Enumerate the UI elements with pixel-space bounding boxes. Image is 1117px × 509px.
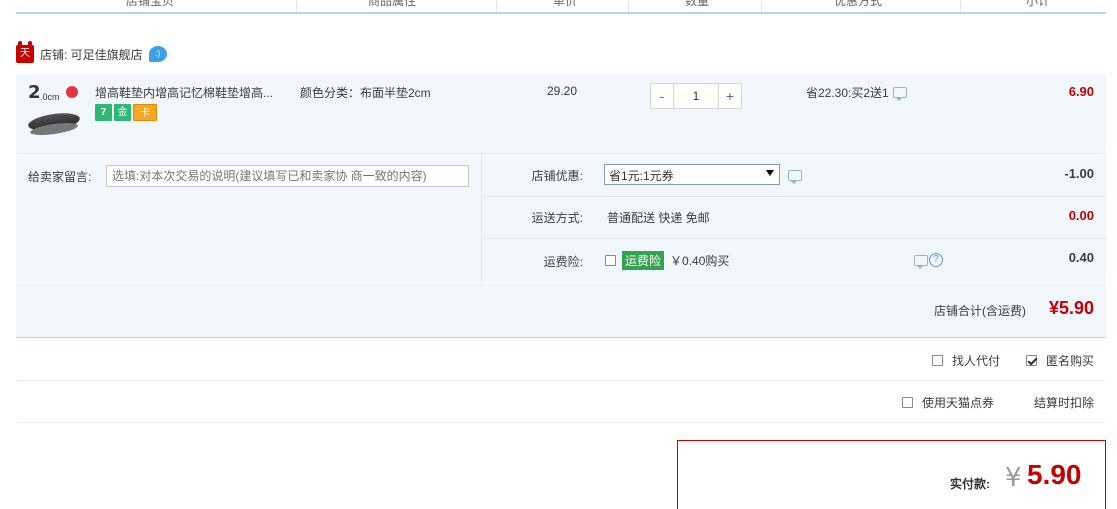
thumb-size-big: 2 bbox=[28, 82, 41, 103]
shipping-amount: 0.00 bbox=[1068, 208, 1094, 223]
proxy-pay-option[interactable]: 找人代付 bbox=[931, 352, 1000, 369]
proxy-pay-checkbox[interactable] bbox=[931, 355, 943, 366]
pay-label: 实付款: bbox=[950, 477, 990, 491]
wangwang-chat-icon[interactable]: :) bbox=[148, 46, 167, 62]
seller-message-label: 给卖家留言: bbox=[28, 170, 92, 184]
insurance-comment-icon[interactable] bbox=[914, 254, 928, 269]
item-subtotal: 6.90 bbox=[1068, 84, 1094, 99]
dropdown-arrow-icon bbox=[766, 170, 774, 176]
seller-message-input[interactable] bbox=[106, 165, 469, 187]
quantity-stepper: - + bbox=[650, 83, 742, 109]
header-divider bbox=[761, 0, 762, 12]
shipping-insurance-row: 运费险: 运费险 ￥0.40购买 ? 0.40 bbox=[483, 239, 1106, 281]
payment-summary-box: 实付款: ¥ 5.90 bbox=[677, 440, 1106, 509]
header-divider bbox=[296, 0, 297, 12]
tmall-logo-icon: 天猫 bbox=[16, 41, 34, 77]
tmall-points-option[interactable]: 使用天猫点券 bbox=[901, 394, 994, 411]
points-options-row: 使用天猫点券 结算时扣除 bbox=[16, 381, 1106, 423]
shop-coupon-label: 店铺优惠: bbox=[531, 169, 583, 183]
seller-message-section: 给卖家留言: bbox=[16, 155, 482, 282]
anonymous-checkbox[interactable] bbox=[1025, 355, 1037, 366]
shop-total-label: 店铺合计(含运费) bbox=[934, 304, 1026, 318]
insurance-price-text: ￥0.40购买 bbox=[670, 254, 730, 268]
pay-currency-symbol: ¥ bbox=[1005, 463, 1022, 493]
promo-info: 省22.30:买2送1 bbox=[806, 84, 907, 101]
shop-line: 天猫 店铺: 可足佳旗舰店 :) bbox=[16, 41, 167, 77]
header-col-shop-items: 店铺宝贝 bbox=[126, 0, 175, 8]
insurance-option: 运费险 ￥0.40购买 bbox=[605, 251, 729, 270]
product-service-icons: 7 金 卡 bbox=[95, 104, 157, 121]
shop-coupon-row: 店铺优惠: 省1元:1元券 -1.00 bbox=[483, 155, 1106, 197]
insurance-amount: 0.40 bbox=[1068, 250, 1094, 265]
product-title-link[interactable]: 增高鞋垫内增高记忆棉鞋垫增高... bbox=[95, 84, 295, 101]
order-table-header: 店铺宝贝 商品属性 单价 数量 优惠方式 小计 bbox=[16, 0, 1106, 14]
credit-card-icon[interactable]: 卡 bbox=[133, 104, 157, 121]
shipping-row: 运送方式: 普通配送 快递 免邮 0.00 bbox=[483, 197, 1106, 239]
anonymous-label: 匿名购买 bbox=[1045, 354, 1094, 368]
shop-total-row: 店铺合计(含运费) ¥5.90 bbox=[16, 283, 1106, 338]
shop-coupon-select[interactable]: 省1元:1元券 bbox=[604, 164, 780, 185]
deduct-note: 结算时扣除 bbox=[1033, 396, 1094, 410]
product-sku: 颜色分类：布面半垫2cm bbox=[300, 86, 431, 100]
header-col-quantity: 数量 bbox=[685, 0, 710, 8]
shop-coupon-selected: 省1元:1元券 bbox=[609, 169, 674, 183]
header-col-subtotal: 小计 bbox=[1026, 0, 1051, 8]
shop-coupon-amount: -1.00 bbox=[1064, 166, 1094, 181]
order-item-row: 2 .0cm 增高鞋垫内增高记忆棉鞋垫增高... 7 金 卡 颜色分类：布面半垫… bbox=[16, 74, 1106, 154]
insurance-tag: 运费险 bbox=[622, 251, 665, 270]
header-col-unit-price: 单价 bbox=[553, 0, 578, 8]
coupon-comment-icon[interactable] bbox=[788, 170, 802, 184]
insurance-label: 运费险: bbox=[543, 255, 583, 269]
header-col-attributes: 商品属性 bbox=[368, 0, 417, 8]
promo-text: 省22.30:买2送1 bbox=[806, 86, 889, 100]
promo-dot-icon bbox=[66, 86, 78, 98]
shipping-label: 运送方式: bbox=[531, 211, 583, 225]
promo-comment-icon[interactable] bbox=[892, 87, 907, 101]
unit-price: 29.20 bbox=[547, 84, 578, 98]
pay-amount: 5.90 bbox=[1027, 459, 1082, 490]
header-divider bbox=[960, 0, 961, 12]
insurance-help: ? bbox=[914, 253, 943, 269]
tmall-points-label: 使用天猫点券 bbox=[921, 396, 994, 410]
shop-name-link[interactable]: 店铺: 可足佳旗舰店 bbox=[40, 46, 143, 63]
anonymous-option[interactable]: 匿名购买 bbox=[1025, 352, 1094, 369]
help-icon[interactable]: ? bbox=[929, 253, 943, 267]
qty-input[interactable] bbox=[673, 84, 719, 108]
insurance-checkbox[interactable] bbox=[605, 255, 616, 266]
shop-total-amount: ¥5.90 bbox=[1048, 298, 1094, 318]
header-col-discount: 优惠方式 bbox=[834, 0, 883, 8]
thumb-size-small: .0cm bbox=[40, 92, 60, 102]
product-thumbnail[interactable]: 2 .0cm bbox=[26, 82, 82, 138]
gold-seller-icon[interactable]: 金 bbox=[114, 104, 131, 121]
header-divider bbox=[628, 0, 629, 12]
shipping-method: 普通配送 快递 免邮 bbox=[607, 211, 710, 225]
qty-minus-button[interactable]: - bbox=[651, 84, 673, 108]
proxy-pay-label: 找人代付 bbox=[951, 354, 1000, 368]
seven-day-return-icon[interactable]: 7 bbox=[95, 104, 112, 121]
payment-options-row: 找人代付 匿名购买 bbox=[16, 339, 1106, 381]
order-extras: 给卖家留言: 店铺优惠: 省1元:1元券 -1.00 运送方式: 普通配送 快递… bbox=[16, 155, 1106, 282]
qty-plus-button[interactable]: + bbox=[719, 84, 741, 108]
tmall-points-checkbox[interactable] bbox=[901, 397, 913, 408]
header-divider bbox=[496, 0, 497, 12]
